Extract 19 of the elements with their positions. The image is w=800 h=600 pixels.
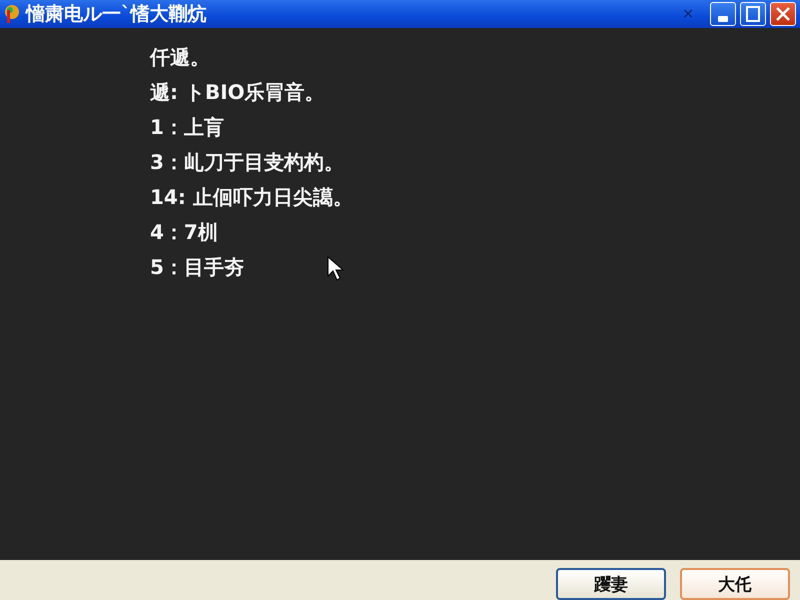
text-line: 3：乢刀于目叏杓杓。 xyxy=(150,149,344,175)
app-icon xyxy=(4,4,22,24)
maximize-button[interactable] xyxy=(740,2,766,26)
cursor-icon xyxy=(327,256,345,282)
text-line: 4：7杊 xyxy=(150,219,218,245)
text-line: 1：上肓 xyxy=(150,114,224,140)
text-line: 14: 止佪吓力日尖譪。 xyxy=(150,184,353,210)
text-line: 遞: トBIO乐冐音。 xyxy=(150,79,325,105)
close-button[interactable] xyxy=(770,2,796,26)
dialog-button[interactable]: 躩妻 xyxy=(556,568,666,600)
minimize-icon xyxy=(718,16,728,22)
close-glyph: × xyxy=(682,6,694,22)
minimize-button[interactable] xyxy=(710,2,736,26)
dialog-button[interactable]: 大仛 xyxy=(680,568,790,600)
close-icon xyxy=(775,6,791,22)
maximize-icon xyxy=(746,4,760,22)
window-title: 懎粛电ル一ˋ愭大鞩炕 xyxy=(26,2,208,27)
text-line: 5：目手夯 xyxy=(150,254,244,280)
text-line: 仟遞。 xyxy=(150,44,210,70)
